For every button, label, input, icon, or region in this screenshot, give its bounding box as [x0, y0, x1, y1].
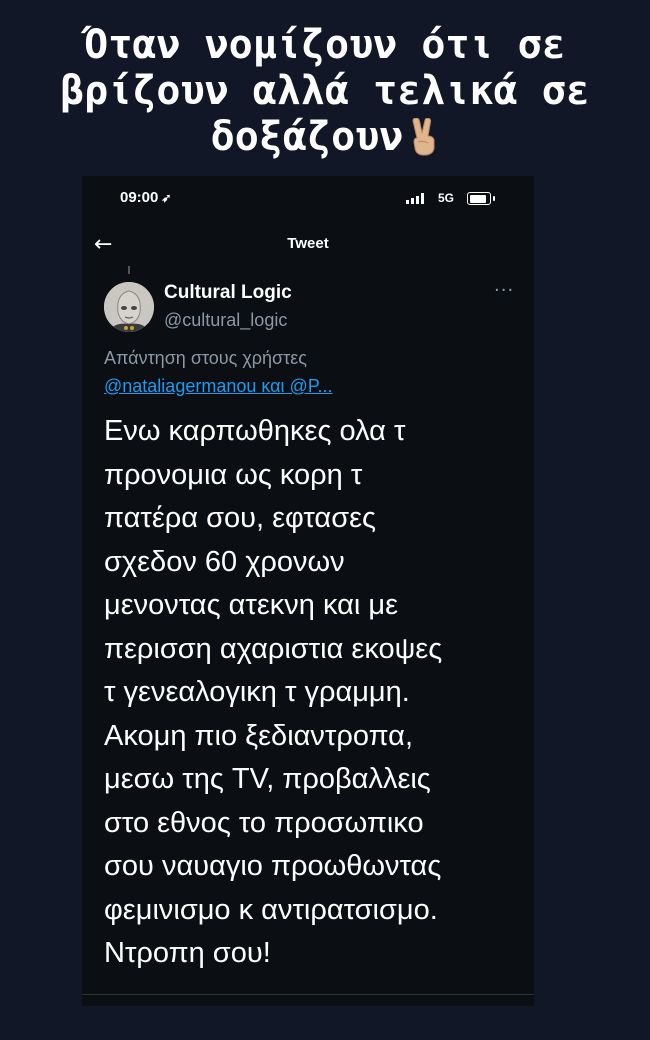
status-time-text: 09:00 — [120, 189, 159, 206]
victory-hand-emoji — [409, 117, 439, 166]
tweet-line: πατέρα σου, εφτασες — [104, 502, 377, 534]
phone-screenshot: 09:00 ➶ 5G ← Tweet Cultural Logic @cultur… — [82, 176, 534, 1006]
tweet-line: μενοντας ατεκνη και με — [104, 589, 398, 621]
avatar[interactable] — [104, 282, 154, 332]
status-bar: 09:00 ➶ 5G — [82, 184, 534, 214]
reply-label: Απάντηση στους χρήστες — [104, 348, 307, 368]
meme-caption: Όταν νομίζουν ότι σε βρίζουν αλλά τελικά… — [0, 22, 650, 166]
caption-line-3-text: δοξάζουν — [210, 114, 404, 160]
tweet-line: Ενω καρπωθηκες ολα τ — [104, 415, 406, 447]
more-options-icon[interactable]: ··· — [494, 280, 514, 301]
tweet-line: στο εθνος το προσωπικο — [104, 806, 424, 839]
tweet-line: τ γενεαλογικη τ γραμμη. — [104, 676, 410, 708]
replying-to: Απάντηση στους χρήστες @nataliagermanou … — [104, 344, 333, 400]
network-type: 5G — [438, 191, 455, 205]
signal-bars-icon — [406, 193, 424, 204]
thread-connector — [128, 266, 130, 274]
tweet-header: ← Tweet — [82, 232, 534, 262]
tweet-line: μεσω της TV, προβαλλεις — [104, 763, 431, 795]
tweet-line: Ακομη πιο ξεδιαντροπα, — [104, 719, 414, 752]
tweet-line: προνομια ως κορη τ — [104, 458, 363, 491]
tweet-line: Ντροπη σου! — [104, 937, 271, 969]
tweet-line: σου ναυαγιο προωθωντας — [104, 850, 442, 882]
location-arrow-icon: ➶ — [161, 191, 172, 205]
battery-tip — [493, 196, 495, 201]
tweet-text: Ενω καρπωθηκες ολα τ προνομια ως κορη τ … — [104, 410, 524, 976]
tweet-line: περισση αχαριστια εκοψες — [104, 632, 443, 665]
caption-line-1: Όταν νομίζουν ότι σε — [84, 22, 566, 68]
page-title: Tweet — [287, 235, 329, 252]
divider — [82, 994, 534, 995]
author-name[interactable]: Cultural Logic — [164, 282, 292, 304]
tweet-line: φεμινισμο κ αντιρατσισμο. — [104, 893, 438, 926]
caption-line-2: βρίζουν αλλά τελικά σε — [60, 68, 590, 114]
author-handle[interactable]: @cultural_logic — [164, 310, 287, 331]
battery-icon — [467, 192, 491, 205]
reply-mentions-link[interactable]: @nataliagermanou και @P... — [104, 372, 333, 400]
caption-line-3: δοξάζουν — [0, 114, 650, 166]
tweet-line: σχεδον 60 χρονων — [104, 545, 345, 578]
status-time: 09:00 ➶ — [120, 189, 171, 206]
